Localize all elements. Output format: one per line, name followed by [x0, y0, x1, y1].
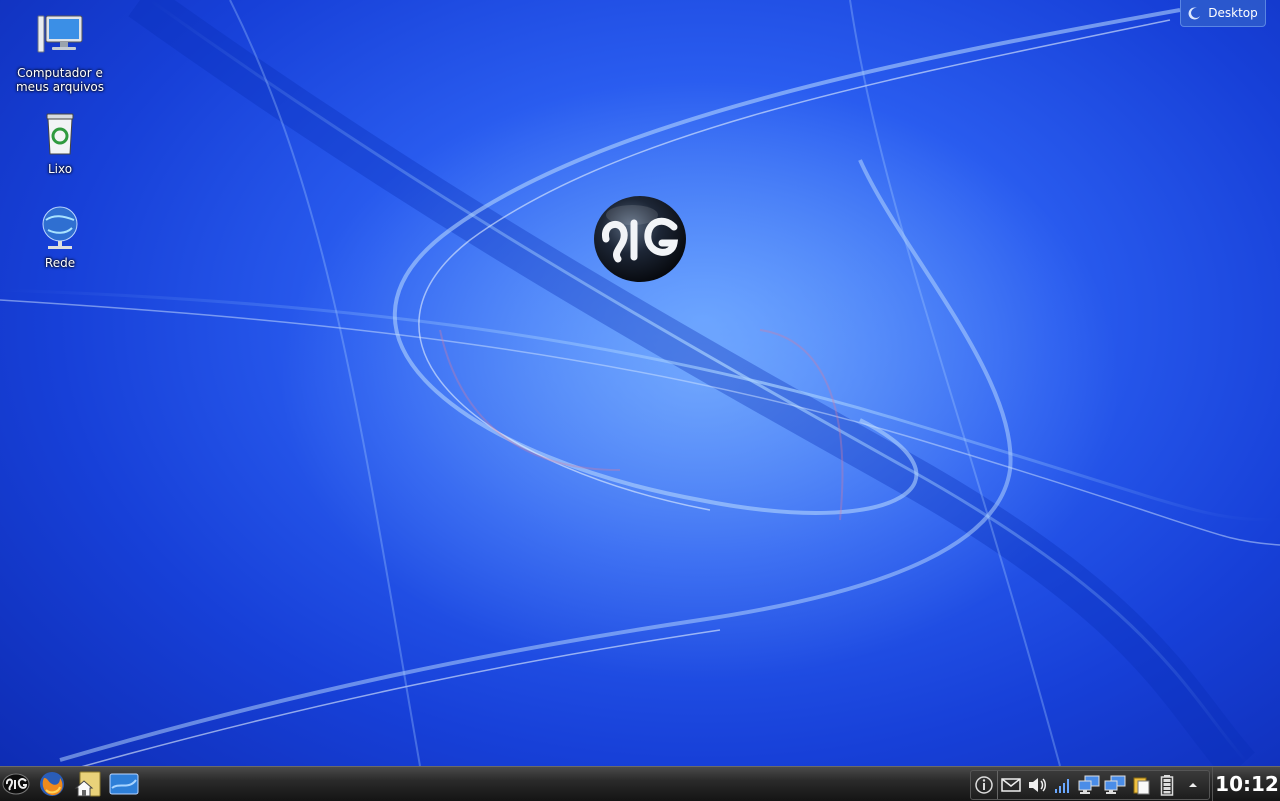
desktop-icon-trash[interactable]: Lixo — [10, 110, 110, 176]
tray-signal[interactable] — [1050, 771, 1076, 799]
toolbox-label: Desktop — [1208, 6, 1258, 20]
volume-icon — [1029, 778, 1046, 792]
show-desktop-button[interactable] — [108, 767, 140, 801]
mail-icon — [1001, 778, 1021, 792]
tray-clipboard[interactable] — [1128, 771, 1154, 799]
toolbox-icon — [1188, 7, 1201, 20]
desktop-icon-label: Lixo — [47, 162, 73, 176]
desktop-show-icon — [109, 773, 139, 795]
trash-icon — [46, 113, 74, 155]
digital-clock[interactable]: 10:12 — [1212, 767, 1280, 801]
application-launcher-button[interactable] — [0, 767, 32, 801]
desktop-icon-network[interactable]: Rede — [10, 204, 110, 270]
tray-volume[interactable] — [1024, 771, 1050, 799]
tray-network-1[interactable] — [1076, 771, 1102, 799]
tray-expand[interactable] — [1180, 771, 1206, 799]
tray-network-2[interactable] — [1102, 771, 1128, 799]
firefox-launcher[interactable] — [36, 767, 68, 801]
desktop-icon-label: Computador e meus arquivos — [15, 66, 105, 94]
tray-battery[interactable] — [1154, 771, 1180, 799]
desktop-toolbox-button[interactable]: Desktop — [1180, 0, 1266, 27]
network-globe-icon — [42, 206, 78, 249]
battery-icon — [1160, 775, 1174, 796]
sig-logo — [594, 196, 686, 282]
system-tray — [970, 770, 1210, 800]
home-folder-launcher[interactable] — [72, 767, 104, 801]
wallpaper — [0, 0, 1280, 766]
desktop-icon-label: Rede — [44, 256, 76, 270]
info-icon — [975, 776, 993, 794]
clipboard-icon — [1133, 777, 1150, 795]
taskbar: 10:12 — [0, 766, 1280, 801]
home-folder-icon — [74, 771, 101, 797]
expand-arrow-icon — [1189, 783, 1197, 787]
network-icon — [1104, 775, 1126, 794]
signal-icon — [1055, 779, 1069, 793]
network-icon — [1078, 775, 1100, 794]
sig-menu-icon — [2, 773, 30, 795]
firefox-icon — [40, 772, 64, 796]
computer-icon — [37, 15, 83, 53]
desktop-icon-computer[interactable]: Computador e meus arquivos — [10, 14, 110, 94]
tray-mail[interactable] — [997, 771, 1024, 799]
tray-info[interactable] — [971, 771, 997, 799]
